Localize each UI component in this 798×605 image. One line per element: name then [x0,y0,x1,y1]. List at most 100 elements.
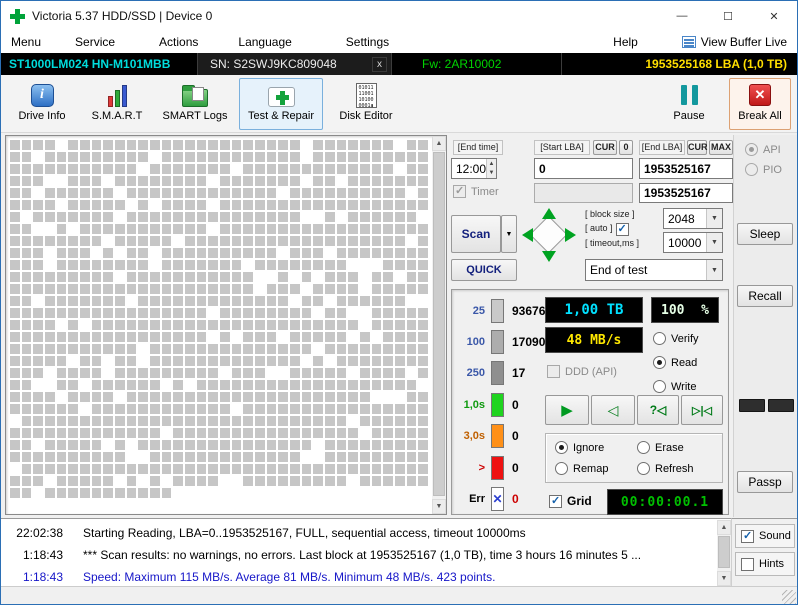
menu-settings[interactable]: Settings [340,33,395,51]
log-panel[interactable]: 22:02:38 Starting Reading, LBA=0..195352… [1,518,731,586]
scan-visualization[interactable]: ▲ ▼ [5,135,447,515]
timeout-combo[interactable]: 10000 ▼ [663,232,723,253]
scan-block [138,248,148,258]
break-all-button[interactable]: ✕ Break All [729,78,791,130]
verify-radio[interactable] [653,332,666,345]
timer-checkbox[interactable] [453,184,466,198]
read-radio-row[interactable]: Read [653,356,697,369]
menu-language[interactable]: Language [232,33,297,51]
remap-radio-row[interactable]: Remap [555,462,608,475]
ddd-row[interactable]: DDD (API) [547,365,617,378]
log-scroll-up-icon[interactable]: ▲ [717,520,731,535]
erase-radio[interactable] [637,441,650,454]
seek-left-icon[interactable] [522,228,533,242]
write-radio-row[interactable]: Write [653,380,696,393]
end-lba-cur-button[interactable]: CUR [687,140,708,155]
menu-menu[interactable]: Menu [5,33,47,51]
read-radio[interactable] [653,356,666,369]
spin-down-icon[interactable]: ▼ [487,168,496,178]
resize-grip[interactable] [782,590,796,604]
seek-right-icon[interactable] [565,228,576,242]
scan-block [336,308,347,318]
pause-button[interactable]: Pause [661,78,717,130]
log-scroll-down-icon[interactable]: ▼ [717,571,731,586]
passp-button[interactable]: Passp [737,471,793,493]
menu-help[interactable]: Help [607,33,644,51]
scan-block [91,260,102,270]
close-tab-icon[interactable]: x [372,56,387,72]
scroll-up-icon[interactable]: ▲ [432,136,446,151]
seek-edges-button[interactable]: ▷|◁ [681,395,723,425]
drive-info-button[interactable]: i Drive Info [9,78,75,130]
timer-lba-input[interactable] [534,183,633,203]
minimize-button[interactable]: — [659,1,705,31]
verify-radio-row[interactable]: Verify [653,332,699,345]
scan-scrollbar-thumb[interactable] [433,152,445,496]
remap-radio[interactable] [555,462,568,475]
end-time-spinner[interactable]: 12:00 ▲ ▼ [451,158,497,179]
block-size-dropdown-icon[interactable]: ▼ [706,209,722,228]
scan-scrollbar[interactable]: ▲ ▼ [432,136,446,514]
api-radio-row[interactable]: API [745,143,781,156]
smart-logs-button[interactable]: SMART Logs [157,78,233,130]
start-lba-cur-button[interactable]: CUR [593,140,617,155]
end-lba-max-button[interactable]: MAX [709,140,733,155]
disk-editor-button[interactable]: 01011 11001 10100 0001▮ Disk Editor [331,78,401,130]
scan-button[interactable]: Scan [451,215,501,253]
start-lba-input[interactable]: 0 [534,158,633,179]
quick-button[interactable]: QUICK [451,259,517,281]
scan-block [185,440,195,450]
view-buffer-live-label: View Buffer Live [700,35,787,49]
log-scrollbar[interactable]: ▲ ▼ [717,520,731,586]
hints-toggle[interactable]: Hints [735,552,795,576]
ignore-radio[interactable] [555,441,568,454]
pio-radio-row[interactable]: PIO [745,163,782,176]
title-bar[interactable]: Victoria 5.37 HDD/SSD | Device 0 — ☐ ✕ [1,1,797,31]
erase-radio-row[interactable]: Erase [637,441,684,454]
test-repair-button[interactable]: Test & Repair [239,78,323,130]
log-scrollbar-thumb[interactable] [718,536,730,568]
refresh-radio-row[interactable]: Refresh [637,462,694,475]
seek-up-icon[interactable] [542,208,556,219]
grid-checkbox[interactable] [549,494,562,508]
timeout-dropdown-icon[interactable]: ▼ [706,233,722,252]
step-back-button[interactable]: ◁ [591,395,635,425]
close-button[interactable]: ✕ [751,1,797,31]
spin-up-icon[interactable]: ▲ [487,159,496,169]
timer-checkbox-row[interactable]: Timer [453,184,499,198]
ignore-radio-row[interactable]: Ignore [555,441,604,454]
api-radio[interactable] [745,143,758,156]
view-buffer-live[interactable]: View Buffer Live [681,35,787,49]
recall-button[interactable]: Recall [737,285,793,307]
maximize-button[interactable]: ☐ [705,1,751,31]
sound-checkbox[interactable] [741,529,754,543]
end-lba-alt-input[interactable]: 1953525167 [639,183,733,203]
write-radio[interactable] [653,380,666,393]
block-size-combo[interactable]: 2048 ▼ [663,208,723,229]
scroll-down-icon[interactable]: ▼ [432,499,446,514]
hints-checkbox[interactable] [741,557,754,571]
smart-button[interactable]: S.M.A.R.T [85,78,149,130]
end-lba-input[interactable]: 1953525167 [639,158,733,179]
grid-toggle-row[interactable]: Grid [549,494,592,508]
auto-checkbox[interactable] [615,222,629,236]
start-test-button[interactable]: ▶ [545,395,589,425]
pio-radio[interactable] [745,163,758,176]
end-action-combo[interactable]: End of test ▼ [585,259,723,281]
device-serial-tab[interactable]: SN: S2SWJ9KC809048 x [198,53,392,75]
seek-defect-button[interactable]: ?◁ [637,395,679,425]
start-lba-zero-button[interactable]: 0 [619,140,633,155]
sleep-button[interactable]: Sleep [737,223,793,245]
refresh-radio[interactable] [637,462,650,475]
end-time-tag[interactable]: [End time] [453,140,503,155]
seek-down-icon[interactable] [542,251,556,262]
menu-service[interactable]: Service [69,33,121,51]
scan-block [196,404,207,414]
sound-toggle[interactable]: Sound [735,524,795,548]
end-action-dropdown-icon[interactable]: ▼ [706,260,722,280]
ddd-checkbox[interactable] [547,365,560,378]
seek-dpad[interactable] [521,207,577,263]
menu-actions[interactable]: Actions [153,33,204,51]
scan-dropdown-icon[interactable]: ▼ [501,215,517,253]
device-model[interactable]: ST1000LM024 HN-M101MBB [1,53,198,75]
